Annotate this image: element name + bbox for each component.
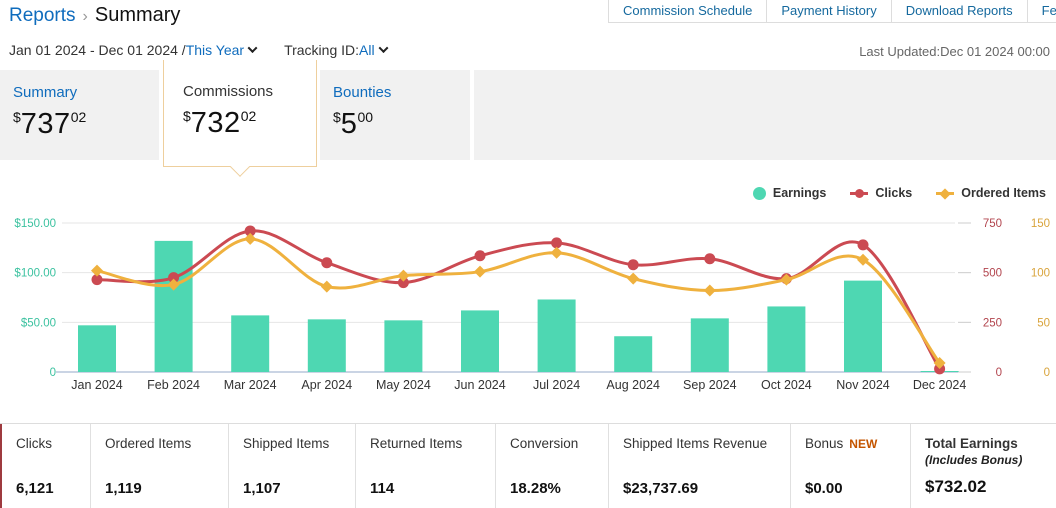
payment-history-button[interactable]: Payment History: [766, 0, 890, 23]
tab-bounties-label: Bounties: [333, 84, 470, 101]
summary-stats-row: Clicks 6,121 Ordered Items 1,119 Shipped…: [0, 423, 1056, 508]
tracking-id-dropdown[interactable]: All: [359, 42, 375, 58]
date-range-text: Jan 01 2024 - Dec 01 2024 /: [9, 42, 186, 58]
chart-legend: Earnings Clicks Ordered Items: [753, 186, 1046, 200]
tab-commissions-selected-card[interactable]: Commissions $73202: [163, 60, 317, 167]
svg-text:750: 750: [983, 218, 1002, 230]
svg-text:Dec 2024: Dec 2024: [913, 378, 967, 392]
stat-total-earnings[interactable]: Total Earnings (Includes Bonus) $732.02: [910, 424, 1056, 508]
breadcrumb-separator: ›: [83, 8, 88, 25]
callout-pointer: [230, 157, 250, 177]
earnings-chart-section: $150.00750150$100.00500100$50.0025050000…: [0, 178, 1056, 406]
last-updated-text: Last Updated:Dec 01 2024 00:00: [859, 44, 1050, 59]
svg-text:Feb 2024: Feb 2024: [147, 378, 200, 392]
tracking-id-label: Tracking ID:: [284, 42, 359, 58]
date-preset-dropdown[interactable]: This Year: [186, 42, 244, 58]
top-nav-strip: Commission Schedule Payment History Down…: [608, 0, 1056, 23]
legend-clicks[interactable]: Clicks: [850, 186, 912, 200]
stat-shipped-items-revenue[interactable]: Shipped Items Revenue $23,737.69: [608, 424, 790, 508]
ordered-items-diamond-icon: [940, 188, 951, 199]
stat-shipped-items[interactable]: Shipped Items 1,107: [228, 424, 355, 508]
summary-tabs: Summary $73702 Bounties $500: [0, 70, 1056, 160]
svg-text:$150.00: $150.00: [14, 218, 56, 230]
clicks-marker-icon: [850, 187, 868, 200]
stat-conversion[interactable]: Conversion 18.28%: [495, 424, 608, 508]
svg-text:Apr 2024: Apr 2024: [301, 378, 352, 392]
svg-text:150: 150: [1031, 218, 1050, 230]
svg-text:0: 0: [50, 367, 56, 379]
legend-ordered-items[interactable]: Ordered Items: [936, 186, 1046, 200]
ordered-items-marker-icon: [936, 187, 954, 200]
stat-bonus[interactable]: BonusNEW $0.00: [790, 424, 910, 508]
svg-text:May 2024: May 2024: [376, 378, 431, 392]
svg-text:Jan 2024: Jan 2024: [71, 378, 122, 392]
chevron-down-icon[interactable]: [378, 43, 388, 53]
breadcrumb-reports-link[interactable]: Reports: [9, 5, 76, 26]
svg-text:Jun 2024: Jun 2024: [454, 378, 505, 392]
svg-text:Mar 2024: Mar 2024: [224, 378, 277, 392]
svg-text:Jul 2024: Jul 2024: [533, 378, 580, 392]
svg-text:Aug 2024: Aug 2024: [606, 378, 660, 392]
feedback-button[interactable]: Feedback: [1027, 0, 1056, 23]
legend-earnings[interactable]: Earnings: [753, 186, 827, 200]
svg-text:$100.00: $100.00: [14, 268, 56, 280]
svg-text:Oct 2024: Oct 2024: [761, 378, 812, 392]
svg-text:Nov 2024: Nov 2024: [836, 378, 890, 392]
new-badge: NEW: [849, 437, 877, 451]
tab-bounties[interactable]: Bounties $500: [320, 70, 470, 160]
svg-text:Sep 2024: Sep 2024: [683, 378, 737, 392]
stat-clicks[interactable]: Clicks 6,121: [0, 424, 90, 508]
tab-strip-filler: [474, 70, 1056, 160]
tab-commissions-label: Commissions: [183, 83, 316, 100]
svg-text:0: 0: [996, 367, 1002, 379]
svg-text:50: 50: [1037, 317, 1050, 329]
clicks-dot-icon: [855, 189, 864, 198]
stat-returned-items[interactable]: Returned Items 114: [355, 424, 495, 508]
svg-text:$50.00: $50.00: [21, 317, 56, 329]
filter-row: Jan 01 2024 - Dec 01 2024 / This Year Tr…: [9, 42, 387, 58]
svg-text:500: 500: [983, 268, 1002, 280]
breadcrumb: Reports › Summary: [9, 4, 180, 27]
svg-text:0: 0: [1044, 367, 1050, 379]
svg-text:100: 100: [1031, 268, 1050, 280]
commission-schedule-button[interactable]: Commission Schedule: [608, 0, 766, 23]
chevron-down-icon[interactable]: [248, 43, 258, 53]
page-title: Summary: [95, 4, 181, 26]
tab-summary-value: $73702: [13, 108, 159, 141]
download-reports-button[interactable]: Download Reports: [891, 0, 1027, 23]
svg-text:250: 250: [983, 317, 1002, 329]
stat-ordered-items[interactable]: Ordered Items 1,119: [90, 424, 228, 508]
tab-commissions-value: $73202: [183, 107, 316, 140]
tab-summary[interactable]: Summary $73702: [0, 70, 159, 160]
tab-bounties-value: $500: [333, 108, 470, 141]
earnings-marker-icon: [753, 187, 766, 200]
earnings-clicks-ordered-chart: $150.00750150$100.00500100$50.0025050000…: [0, 178, 1056, 406]
tab-summary-label: Summary: [13, 84, 159, 101]
